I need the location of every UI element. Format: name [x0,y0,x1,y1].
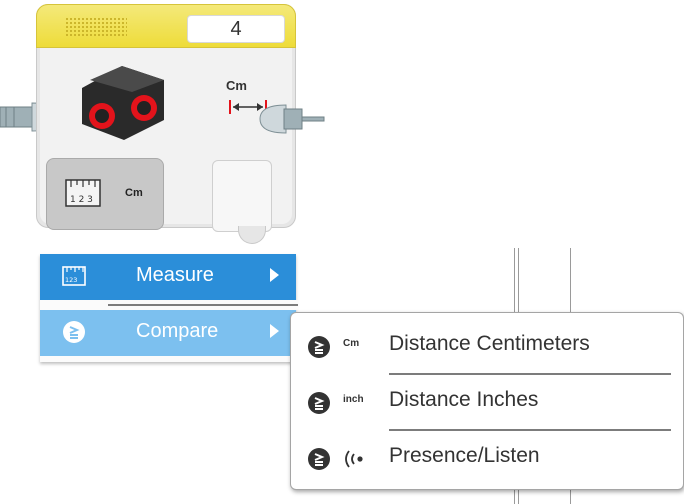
mode-unit-label: Cm [125,187,143,199]
mode-selector-button[interactable]: 1 2 3 Cm [46,158,164,230]
submenu-item-label: Presence/Listen [389,444,540,467]
ruler-icon: 1 2 3 [65,179,101,207]
menu-divider [108,300,298,310]
compare-submenu: Cm Distance Centimeters inch Distance In… [290,312,684,490]
drag-grip[interactable] [65,17,127,37]
menu-item-label: Compare [136,320,219,342]
unit-label: Cm [226,78,247,93]
menu-item-label: Measure [136,264,214,286]
submenu-arrow-icon [270,268,279,282]
output-connector[interactable] [256,102,326,136]
submenu-divider [389,373,671,375]
menu-item-compare[interactable]: Compare [40,310,296,356]
submenu-unit-label: Cm [343,338,360,349]
port-selector[interactable]: 4 [187,15,285,43]
submenu-unit-label: inch [343,394,364,405]
ruler-icon: 123 [62,266,86,286]
menu-item-measure[interactable]: 123 Measure [40,254,296,300]
submenu-item-label: Distance Centimeters [389,332,590,355]
submenu-item-presence-listen[interactable]: Presence/Listen [291,433,684,483]
compare-icon [308,392,330,414]
submenu-divider [389,429,671,431]
submenu-arrow-icon [270,324,279,338]
submenu-item-label: Distance Inches [389,388,539,411]
output-plug[interactable] [212,160,272,232]
svg-text:123: 123 [65,276,77,284]
submenu-item-distance-centimeters[interactable]: Cm Distance Centimeters [291,321,684,371]
sound-waves-icon [345,450,363,468]
submenu-item-distance-inches[interactable]: inch Distance Inches [291,377,684,427]
output-plug-tab [238,226,266,244]
compare-icon [308,448,330,470]
block-header[interactable]: 4 [36,4,296,48]
svg-text:1 2 3: 1 2 3 [70,195,93,205]
compare-icon [63,321,85,343]
mode-menu: 123 Measure Compare [40,254,298,362]
compare-icon [308,336,330,358]
ultrasonic-sensor-icon [82,66,164,140]
